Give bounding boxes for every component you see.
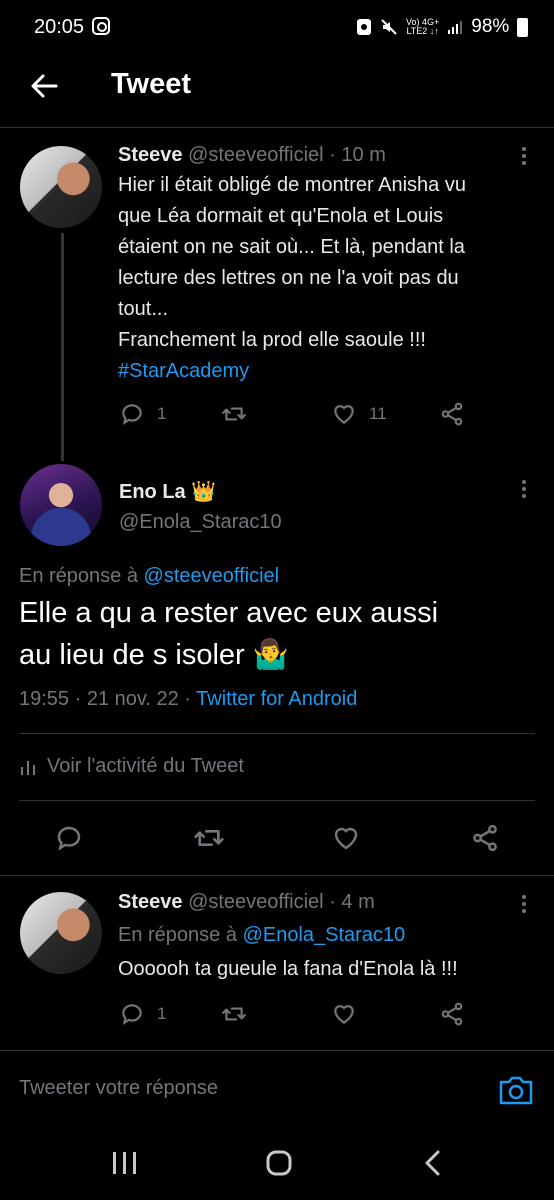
app-notification-icon: [357, 19, 371, 35]
reply-button[interactable]: 1: [119, 1001, 221, 1027]
reply-button[interactable]: [54, 823, 193, 853]
reply-composer[interactable]: Tweeter votre réponse: [0, 1050, 554, 1126]
reply-icon: [57, 826, 81, 851]
retweet-icon: [222, 407, 246, 421]
retweet-icon: [194, 830, 224, 846]
author-handle[interactable]: @steeveofficiel: [188, 144, 324, 166]
author-name[interactable]: Eno La: [119, 481, 186, 503]
like-button[interactable]: 11: [331, 401, 439, 427]
recent-apps-icon[interactable]: [104, 1148, 144, 1178]
activity-label: Voir l'activité du Tweet: [47, 755, 244, 777]
retweet-button[interactable]: [221, 401, 331, 427]
text-line: lecture des lettres on ne l'a voit pas d…: [118, 267, 459, 289]
tweet-time: 19:55 · 21 nov. 22 ·: [19, 688, 191, 710]
reply-button[interactable]: 1: [119, 401, 221, 427]
reply-input[interactable]: Tweeter votre réponse: [19, 1077, 218, 1100]
tweet-timestamp: 19:55 · 21 nov. 22 · Twitter for Android: [19, 688, 357, 711]
reply-count: 1: [157, 1004, 167, 1023]
reply-icon: [122, 1004, 142, 1026]
status-bar: 20:05 Vo) 4G+ LTE2 ↓↑ 98%: [0, 0, 554, 56]
tweet-parent-text: Hier il était obligé de montrer Anisha v…: [118, 170, 538, 387]
back-arrow-icon[interactable]: [26, 68, 62, 104]
text-line: au lieu de s isoler: [19, 639, 245, 671]
like-icon: [334, 405, 354, 424]
share-icon: [441, 1002, 463, 1026]
divider: [19, 733, 535, 734]
status-time: 20:05: [34, 16, 85, 38]
like-button[interactable]: [331, 823, 470, 853]
battery-percent: 98%: [471, 16, 510, 37]
status-icons: Vo) 4G+ LTE2 ↓↑ 98%: [356, 16, 529, 38]
reply-to-link[interactable]: @steeveofficiel: [144, 565, 280, 587]
reply-to-link[interactable]: @Enola_Starac10: [243, 924, 406, 946]
author-name[interactable]: Steeve: [118, 891, 183, 913]
network-bottom: LTE2 ↓↑: [406, 26, 439, 36]
reply-icon: [122, 404, 142, 426]
reply-context: En réponse à @steeveofficiel: [19, 565, 279, 588]
tweet-reply-header: Steeve @steeveofficiel · 4 m: [118, 891, 375, 914]
retweet-button[interactable]: [221, 1001, 331, 1027]
battery-icon: [517, 17, 529, 37]
reply-prefix: En réponse à: [118, 924, 237, 946]
page-title: Tweet: [111, 68, 192, 100]
network-indicator: Vo) 4G+ LTE2 ↓↑: [406, 18, 439, 36]
reply-prefix: En réponse à: [19, 565, 138, 587]
avatar-steeve[interactable]: [20, 892, 102, 974]
tweet-main-text: Elle a qu a rester avec eux aussi au lie…: [19, 592, 539, 676]
share-icon: [441, 402, 463, 426]
crown-emoji: 👑: [191, 481, 217, 503]
tweet-parent-header: Steeve @steeveofficiel · 10 m: [118, 144, 386, 167]
avatar-steeve[interactable]: [20, 146, 102, 228]
activity-icon: [21, 760, 35, 775]
hashtag-link[interactable]: #StarAcademy: [118, 356, 538, 387]
tweet-time: · 10 m: [329, 144, 386, 166]
home-icon[interactable]: [259, 1148, 299, 1178]
more-icon[interactable]: [521, 480, 527, 498]
text-line-2: au lieu de s isoler 🤷‍♂️: [19, 634, 539, 676]
share-button[interactable]: [439, 401, 465, 427]
author-handle[interactable]: @steeveofficiel: [188, 891, 324, 913]
back-nav-icon[interactable]: [414, 1148, 454, 1178]
tweet-parent-actions: 1 11: [119, 401, 465, 427]
like-icon: [334, 827, 358, 850]
divider: [0, 875, 554, 876]
instagram-icon: [92, 17, 110, 35]
signal-icon: [448, 21, 463, 34]
camera-icon[interactable]: [498, 1073, 534, 1107]
more-icon[interactable]: [521, 147, 527, 165]
system-nav-bar: [0, 1126, 554, 1200]
share-icon: [473, 824, 497, 852]
like-icon: [334, 1005, 354, 1024]
like-button[interactable]: [331, 1001, 439, 1027]
retweet-icon: [222, 1007, 246, 1021]
text-line: étaient on ne sait où... Et là, pendant …: [118, 236, 465, 258]
share-button[interactable]: [439, 1001, 465, 1027]
tweet-reply-text: Oooooh ta gueule la fana d'Enola là !!!: [118, 958, 458, 980]
tweet-reply-actions: 1: [119, 1001, 465, 1027]
mute-icon: [381, 19, 397, 35]
reply-count: 1: [157, 404, 167, 423]
author-handle[interactable]: @Enola_Starac10: [119, 511, 282, 534]
shrug-emoji: 🤷‍♂️: [252, 639, 289, 671]
text-line: Franchement la prod elle saoule !!!: [118, 329, 426, 351]
text-line: que Léa dormait et qu'Enola et Louis: [118, 205, 444, 227]
text-line: Hier il était obligé de montrer Anisha v…: [118, 174, 466, 196]
main-author-name-row: Eno La 👑: [119, 479, 216, 504]
view-activity-button[interactable]: Voir l'activité du Tweet: [19, 755, 244, 778]
text-line: tout...: [118, 298, 169, 320]
tweet-source-link[interactable]: Twitter for Android: [196, 688, 357, 710]
avatar-eno[interactable]: [20, 464, 102, 546]
thread-line: [61, 233, 64, 461]
divider: [19, 800, 535, 801]
tweet-time: · 4 m: [329, 891, 375, 913]
more-icon[interactable]: [521, 895, 527, 913]
like-count: 11: [369, 404, 387, 423]
tweet-main-actions: [54, 822, 500, 854]
retweet-button[interactable]: [193, 822, 331, 854]
text-line: Elle a qu a rester avec eux aussi: [19, 597, 439, 629]
reply-context: En réponse à @Enola_Starac10: [118, 924, 405, 947]
author-name[interactable]: Steeve: [118, 144, 183, 166]
share-button[interactable]: [470, 823, 500, 853]
header: Tweet: [0, 56, 554, 128]
